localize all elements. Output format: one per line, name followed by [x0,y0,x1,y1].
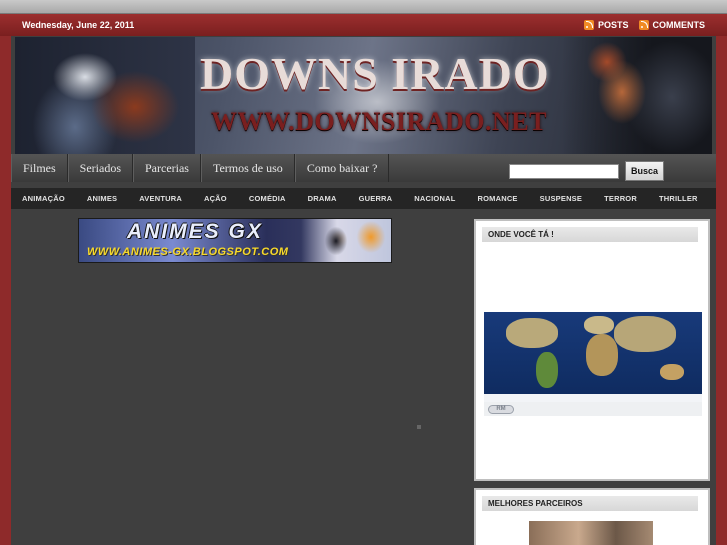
animes-gx-banner[interactable]: ANIMES GX WWW.ANIMES-GX.BLOGSPOT.COM [78,218,392,263]
category-comedia[interactable]: COMÉDIA [238,194,297,203]
site-header-banner[interactable]: DOWNS IRADO WWW.DOWNSIRADO.NET [15,37,712,155]
map-footer: RM [484,402,702,416]
page-wrapper: DOWNS IRADO WWW.DOWNSIRADO.NET Filmes Se… [11,36,716,545]
category-nacional[interactable]: NACIONAL [403,194,466,203]
nav-item-seriados[interactable]: Seriados [67,154,133,182]
europe-land [584,316,614,334]
category-romance[interactable]: ROMANCE [466,194,528,203]
search-input[interactable] [508,163,619,179]
stray-pixel [417,425,421,429]
australia-land [660,364,684,380]
browser-strip [0,0,727,14]
banner-title: ANIMES GX [127,220,263,243]
anime-character-artwork [15,37,195,155]
category-aventura[interactable]: AVENTURA [128,194,193,203]
partners-widget-title: MELHORES PARCEIROS [482,496,698,511]
posts-feed-link[interactable]: POSTS [583,20,629,30]
site-title: DOWNS IRADO [200,48,550,99]
rss-icon [638,20,649,30]
africa-land [586,334,618,376]
location-widget: ONDE VOCÊ TÁ ! RM [474,219,710,481]
category-animes[interactable]: ANIMES [76,194,128,203]
comments-feed-link[interactable]: COMMENTS [638,20,706,30]
revolver-maps-logo[interactable]: RM [488,405,514,414]
main-nav: Filmes Seriados Parcerias Termos de uso … [11,154,716,182]
comments-feed-label: COMMENTS [652,20,706,30]
category-thriller[interactable]: THRILLER [648,194,709,203]
south-america-land [536,352,558,388]
search-button[interactable]: Busca [624,161,664,181]
category-drama[interactable]: DRAMA [297,194,348,203]
posts-feed-label: POSTS [597,20,629,30]
partner-banner-image[interactable] [529,521,653,545]
category-animacao[interactable]: ANIMAÇÃO [11,194,76,203]
category-suspense[interactable]: SUSPENSE [529,194,593,203]
nav-item-como-baixar[interactable]: Como baixar ? [294,154,390,182]
north-america-land [506,318,558,348]
site-url: WWW.DOWNSIRADO.NET [211,107,547,136]
asia-land [614,316,676,352]
rss-icon [583,20,594,30]
category-bar: ANIMAÇÃO ANIMES AVENTURA AÇÃO COMÉDIA DR… [11,188,716,209]
current-date: Wednesday, June 22, 2011 [22,20,135,30]
nav-item-parcerias[interactable]: Parcerias [133,154,201,182]
category-guerra[interactable]: GUERRA [348,194,404,203]
location-widget-title: ONDE VOCÊ TÁ ! [482,227,698,242]
category-terror[interactable]: TERROR [593,194,648,203]
nav-item-termos-de-uso[interactable]: Termos de uso [200,154,295,182]
partners-widget: MELHORES PARCEIROS [474,488,710,545]
category-acao[interactable]: AÇÃO [193,194,238,203]
antarctica-land [484,394,702,402]
search-form: Busca [508,161,664,181]
spartan-warrior-artwork [562,37,712,155]
banner-character-art [301,219,391,262]
feed-links: POSTS COMMENTS [583,20,706,30]
top-bar: Wednesday, June 22, 2011 POSTS COMMENTS [0,14,727,36]
banner-url: WWW.ANIMES-GX.BLOGSPOT.COM [87,246,289,258]
nav-item-filmes[interactable]: Filmes [11,154,68,182]
visitor-world-map[interactable] [484,312,702,402]
